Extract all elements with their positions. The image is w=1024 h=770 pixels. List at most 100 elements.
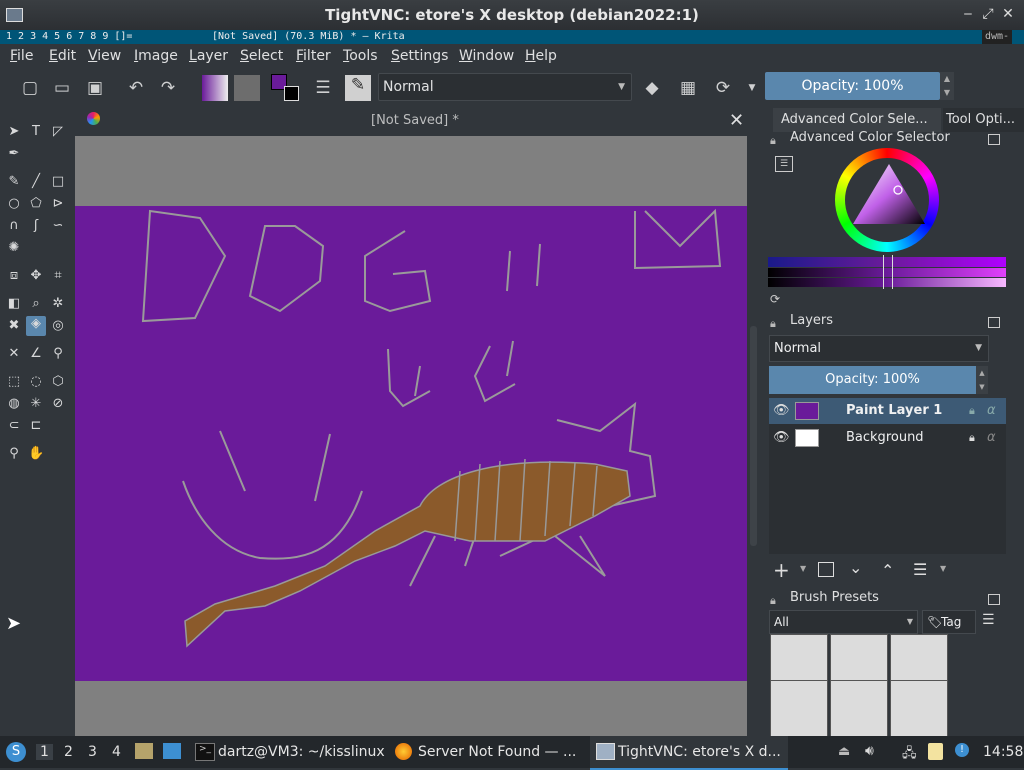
alpha-lock-icon[interactable]: α bbox=[987, 425, 996, 451]
menu-file[interactable]: File bbox=[10, 48, 33, 64]
transform-tool-icon[interactable]: ⧈ bbox=[6, 268, 22, 284]
assistant-tool-icon[interactable]: ✕ bbox=[6, 346, 22, 362]
brush-view-menu-icon[interactable]: ☰ bbox=[982, 612, 995, 628]
line-tool-icon[interactable]: ╱ bbox=[28, 174, 44, 190]
chevron-down-icon[interactable]: ▼ bbox=[800, 564, 806, 573]
polygonal-selection-tool-icon[interactable]: ⬡ bbox=[50, 374, 66, 390]
alpha-lock-icon[interactable]: ▦ bbox=[678, 78, 698, 98]
float-docker-icon[interactable] bbox=[988, 594, 1000, 605]
menu-select[interactable]: Select bbox=[240, 48, 283, 64]
layer-row[interactable]: 👁︎ Paint Layer 1 🔒︎ α bbox=[769, 398, 1006, 424]
task-terminal[interactable]: dartz@VM3: ~/kisslinux bbox=[218, 744, 385, 760]
menu-view[interactable]: View bbox=[88, 48, 121, 64]
start-menu-icon[interactable]: S bbox=[6, 742, 26, 762]
colorize-mask-tool-icon[interactable]: ✖ bbox=[6, 318, 22, 334]
lock-icon[interactable]: 🔒︎ bbox=[770, 317, 776, 331]
menu-edit[interactable]: Edit bbox=[49, 48, 76, 64]
workspace-3[interactable]: 3 bbox=[88, 744, 97, 760]
menu-tools[interactable]: Tools bbox=[343, 48, 378, 64]
chevron-down-icon[interactable]: ▼ bbox=[742, 78, 762, 98]
close-button[interactable]: ✕ bbox=[1000, 6, 1016, 22]
similar-selection-tool-icon[interactable]: ⊘ bbox=[50, 396, 66, 412]
text-tool-icon[interactable]: T bbox=[28, 124, 44, 140]
menu-settings[interactable]: Settings bbox=[391, 48, 448, 64]
visibility-eye-icon[interactable]: 👁︎ bbox=[773, 398, 790, 424]
gradient-tool-icon[interactable]: ◧ bbox=[6, 296, 22, 312]
select-shapes-tool-icon[interactable]: ➤ bbox=[6, 124, 22, 140]
canvas-image[interactable] bbox=[75, 206, 747, 681]
menu-image[interactable]: Image bbox=[134, 48, 178, 64]
task-tightvnc[interactable]: TightVNC: etore's X d... bbox=[618, 744, 781, 760]
move-tool-icon[interactable]: ✥ bbox=[28, 268, 44, 284]
close-document-button[interactable]: ✕ bbox=[729, 110, 744, 131]
workspace-4[interactable]: 4 bbox=[112, 744, 121, 760]
visibility-eye-icon[interactable]: 👁︎ bbox=[773, 425, 790, 451]
ellipse-tool-icon[interactable]: ○ bbox=[6, 196, 22, 212]
add-layer-icon[interactable]: + bbox=[773, 558, 790, 582]
measure-tool-icon[interactable]: ∠ bbox=[28, 346, 44, 362]
eraser-icon[interactable]: ◆ bbox=[642, 78, 662, 98]
color-picker-tool-icon[interactable]: ⌕ bbox=[28, 296, 44, 312]
duplicate-layer-icon[interactable] bbox=[818, 562, 834, 577]
gradient-swatch-icon[interactable] bbox=[202, 75, 228, 101]
move-layer-up-icon[interactable]: ⌃ bbox=[881, 561, 894, 580]
reference-images-tool-icon[interactable]: ⚲ bbox=[50, 346, 66, 362]
pan-tool-icon[interactable]: ✋ bbox=[28, 446, 44, 462]
float-docker-icon[interactable] bbox=[988, 317, 1000, 328]
layer-opacity-spinner[interactable]: ▲ ▼ bbox=[976, 366, 988, 394]
bezier-tool-icon[interactable]: ∩ bbox=[6, 218, 22, 234]
polygon-tool-icon[interactable]: ⬠ bbox=[28, 196, 44, 212]
new-document-icon[interactable]: ▢ bbox=[20, 78, 40, 98]
reload-preset-icon[interactable]: ⟳ bbox=[713, 78, 733, 98]
freehand-selection-tool-icon[interactable]: ◍ bbox=[6, 396, 22, 412]
chevron-down-icon[interactable]: ▼ bbox=[940, 564, 946, 573]
bezier-selection-tool-icon[interactable]: ⊂ bbox=[6, 418, 22, 434]
show-desktop-icon[interactable] bbox=[163, 743, 181, 759]
multibrush-tool-icon[interactable]: ✺ bbox=[6, 240, 22, 256]
maximize-button[interactable]: ⤢ bbox=[980, 6, 996, 22]
canvas-vertical-scrollbar[interactable] bbox=[748, 136, 760, 736]
brush-preset-item[interactable] bbox=[890, 680, 948, 738]
background-color-icon[interactable] bbox=[284, 86, 299, 101]
file-manager-icon[interactable] bbox=[135, 743, 153, 759]
workspace-2[interactable]: 2 bbox=[64, 744, 73, 760]
brush-filter-select[interactable]: All ▼ bbox=[769, 610, 918, 634]
smart-patch-tool-icon[interactable]: ✲ bbox=[50, 296, 66, 312]
crop-tool-icon[interactable]: ⌗ bbox=[50, 268, 66, 284]
workspace-1[interactable]: 1 bbox=[36, 744, 53, 760]
volume-icon[interactable]: 🔊︎ bbox=[865, 743, 874, 759]
undo-icon[interactable]: ↶ bbox=[126, 78, 146, 98]
network-icon[interactable]: 🖧 bbox=[902, 744, 917, 766]
magnetic-selection-tool-icon[interactable]: ⊏ bbox=[28, 418, 44, 434]
float-docker-icon[interactable] bbox=[988, 134, 1000, 145]
enclose-fill-tool-icon[interactable]: ◎ bbox=[50, 318, 66, 334]
lock-icon[interactable]: 🔒︎ bbox=[770, 134, 776, 148]
color-triangle[interactable] bbox=[849, 158, 929, 230]
lock-icon[interactable]: 🔒︎ bbox=[969, 398, 975, 424]
rectangular-selection-tool-icon[interactable]: ⬚ bbox=[6, 374, 22, 390]
dwm-tags[interactable]: 1 2 3 4 5 6 7 8 9 []= bbox=[6, 30, 132, 44]
layer-properties-icon[interactable]: ☰ bbox=[913, 560, 927, 579]
layer-opacity-slider[interactable]: Opacity: 100% bbox=[769, 366, 976, 394]
minimize-button[interactable]: ‒ bbox=[960, 6, 976, 22]
open-document-icon[interactable]: ▭ bbox=[52, 78, 72, 98]
menu-window[interactable]: Window bbox=[459, 48, 514, 64]
brush-tool-icon[interactable]: ✎ bbox=[6, 174, 22, 190]
tray-upload-icon[interactable]: ⏏ bbox=[838, 744, 850, 759]
menu-layer[interactable]: Layer bbox=[189, 48, 228, 64]
redo-icon[interactable]: ↷ bbox=[158, 78, 178, 98]
opacity-slider[interactable]: Opacity: 100% bbox=[765, 72, 940, 100]
menu-filter[interactable]: Filter bbox=[296, 48, 331, 64]
move-layer-down-icon[interactable]: ⌄ bbox=[849, 558, 862, 577]
task-firefox[interactable]: Server Not Found — ... bbox=[418, 744, 576, 760]
notification-icon[interactable]: ! bbox=[955, 743, 969, 757]
lock-icon[interactable]: 🔒︎ bbox=[969, 425, 975, 451]
brush-preset-icon[interactable]: ✎ bbox=[345, 75, 371, 101]
alpha-lock-icon[interactable]: α bbox=[987, 398, 996, 424]
lock-icon[interactable]: 🔒︎ bbox=[770, 594, 776, 608]
blend-mode-select[interactable]: Normal ▼ bbox=[378, 73, 632, 101]
dynamic-brush-tool-icon[interactable]: ∽ bbox=[50, 218, 66, 234]
tab-tool-options[interactable]: Tool Opti... bbox=[943, 108, 1024, 132]
brush-settings-icon[interactable]: ☰ bbox=[313, 78, 333, 98]
menu-help[interactable]: Help bbox=[525, 48, 557, 64]
